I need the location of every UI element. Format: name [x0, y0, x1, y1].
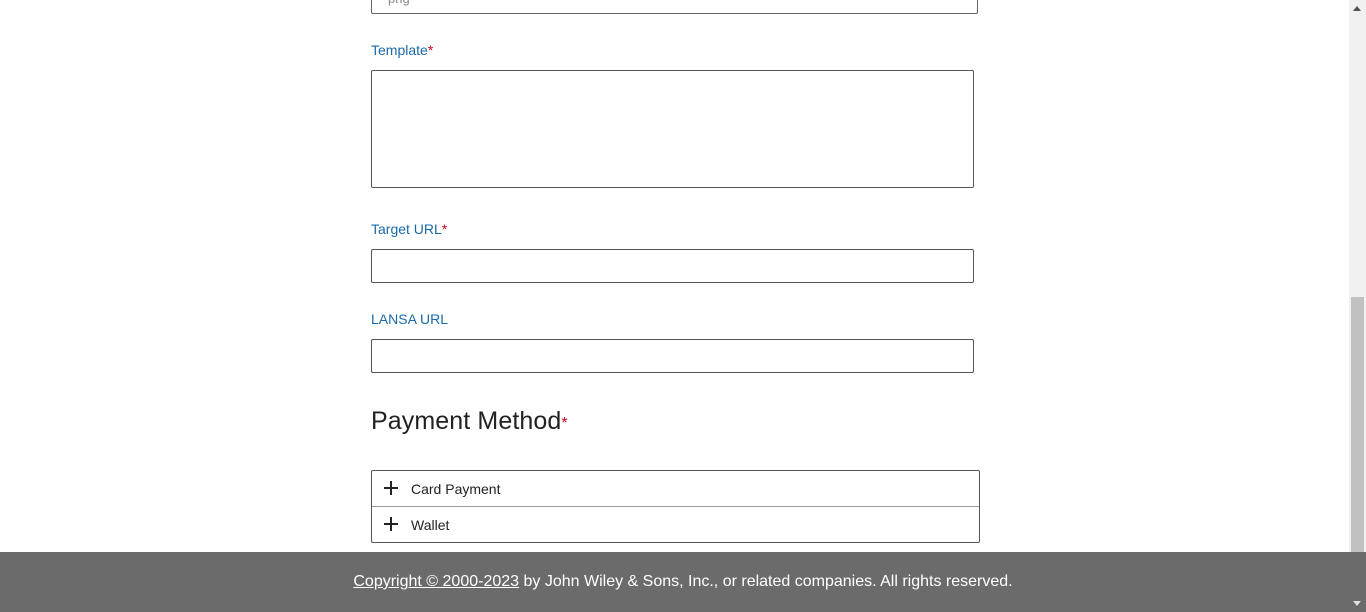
vertical-scrollbar[interactable]: [1349, 0, 1366, 552]
page-content: png Template* Target URL* LANSA URL Paym…: [0, 0, 1349, 612]
required-mark: *: [441, 221, 448, 237]
payment-method-accordion: Card Payment Wallet: [371, 470, 980, 543]
plus-icon: [384, 517, 398, 531]
scrollbar-thumb[interactable]: [1351, 297, 1364, 552]
page-footer: Copyright © 2000-2023 by John Wiley & So…: [0, 552, 1366, 612]
lansa-url-input[interactable]: [371, 339, 974, 373]
required-mark: *: [427, 42, 434, 58]
accordion-item-card-payment[interactable]: Card Payment: [372, 471, 979, 506]
previous-field-value: png: [388, 0, 410, 6]
target-url-label: Target URL*: [371, 221, 447, 237]
scrollbar-lower-track: [1349, 552, 1366, 612]
template-label: Template*: [371, 42, 433, 58]
copyright-link[interactable]: Copyright © 2000-2023: [353, 573, 519, 590]
lansa-url-label: LANSA URL: [371, 311, 448, 327]
payment-method-title: Payment Method: [371, 407, 562, 435]
template-label-text: Template: [371, 42, 428, 58]
accordion-item-label: Wallet: [411, 517, 450, 533]
target-url-input[interactable]: [371, 249, 974, 283]
previous-field-input[interactable]: png: [371, 0, 978, 14]
scroll-down-arrow-icon[interactable]: [1349, 595, 1366, 612]
target-url-label-text: Target URL: [371, 221, 442, 237]
accordion-item-label: Card Payment: [411, 481, 501, 497]
required-mark: *: [561, 415, 568, 432]
template-textarea[interactable]: [371, 70, 974, 188]
plus-icon: [384, 481, 398, 495]
lansa-url-label-text: LANSA URL: [371, 311, 449, 327]
payment-method-heading: Payment Method*: [371, 407, 568, 436]
scroll-up-arrow-icon[interactable]: [1349, 0, 1366, 17]
copyright-text: by John Wiley & Sons, Inc., or related c…: [519, 573, 1013, 590]
accordion-item-wallet[interactable]: Wallet: [372, 506, 979, 542]
